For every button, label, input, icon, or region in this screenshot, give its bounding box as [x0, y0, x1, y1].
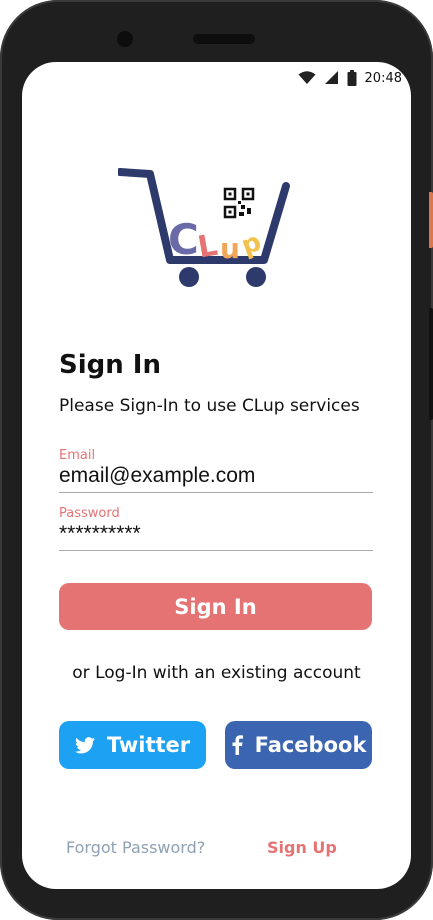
facebook-f-icon — [231, 735, 243, 755]
email-input[interactable]: email@example.com — [59, 464, 373, 488]
svg-text:u: u — [220, 232, 240, 264]
sign-in-button[interactable]: Sign In — [59, 583, 372, 630]
password-underline — [59, 550, 373, 551]
twitter-button-label: Twitter — [106, 733, 191, 757]
password-label: Password — [59, 506, 120, 521]
wifi-icon — [298, 71, 316, 85]
password-input[interactable]: ********** — [59, 522, 373, 546]
svg-text:L: L — [195, 228, 220, 264]
twitter-bird-icon — [74, 736, 95, 754]
email-label: Email — [59, 448, 96, 463]
phone-frame: 20:48 C L u p Sign In Please Sign-In to … — [0, 0, 433, 920]
earpiece-speaker — [193, 34, 255, 44]
battery-icon — [347, 70, 357, 86]
forgot-password-link[interactable]: Forgot Password? — [66, 838, 205, 857]
email-underline — [59, 492, 373, 493]
facebook-login-button[interactable]: Facebook — [225, 721, 372, 769]
email-field[interactable]: Email email@example.com — [59, 448, 373, 493]
password-field[interactable]: Password ********** — [59, 506, 373, 551]
logo-letter-c: C — [168, 216, 199, 264]
volume-button — [429, 308, 433, 420]
facebook-button-label: Facebook — [254, 733, 367, 757]
twitter-login-button[interactable]: Twitter — [59, 721, 206, 769]
page-subtitle: Please Sign-In to use CLup services — [59, 396, 360, 416]
svg-text:p: p — [237, 227, 265, 262]
status-time: 20:48 — [364, 70, 402, 86]
social-login-prompt: or Log-In with an existing account — [72, 663, 361, 683]
cell-signal-icon — [324, 71, 339, 85]
front-camera — [117, 31, 133, 47]
status-bar: 20:48 — [298, 68, 402, 88]
app-screen: 20:48 C L u p Sign In Please Sign-In to … — [22, 62, 411, 889]
clup-logo: C L u p — [116, 166, 290, 292]
page-title: Sign In — [59, 350, 161, 380]
sign-up-link[interactable]: Sign Up — [267, 838, 337, 857]
power-button — [429, 192, 433, 248]
